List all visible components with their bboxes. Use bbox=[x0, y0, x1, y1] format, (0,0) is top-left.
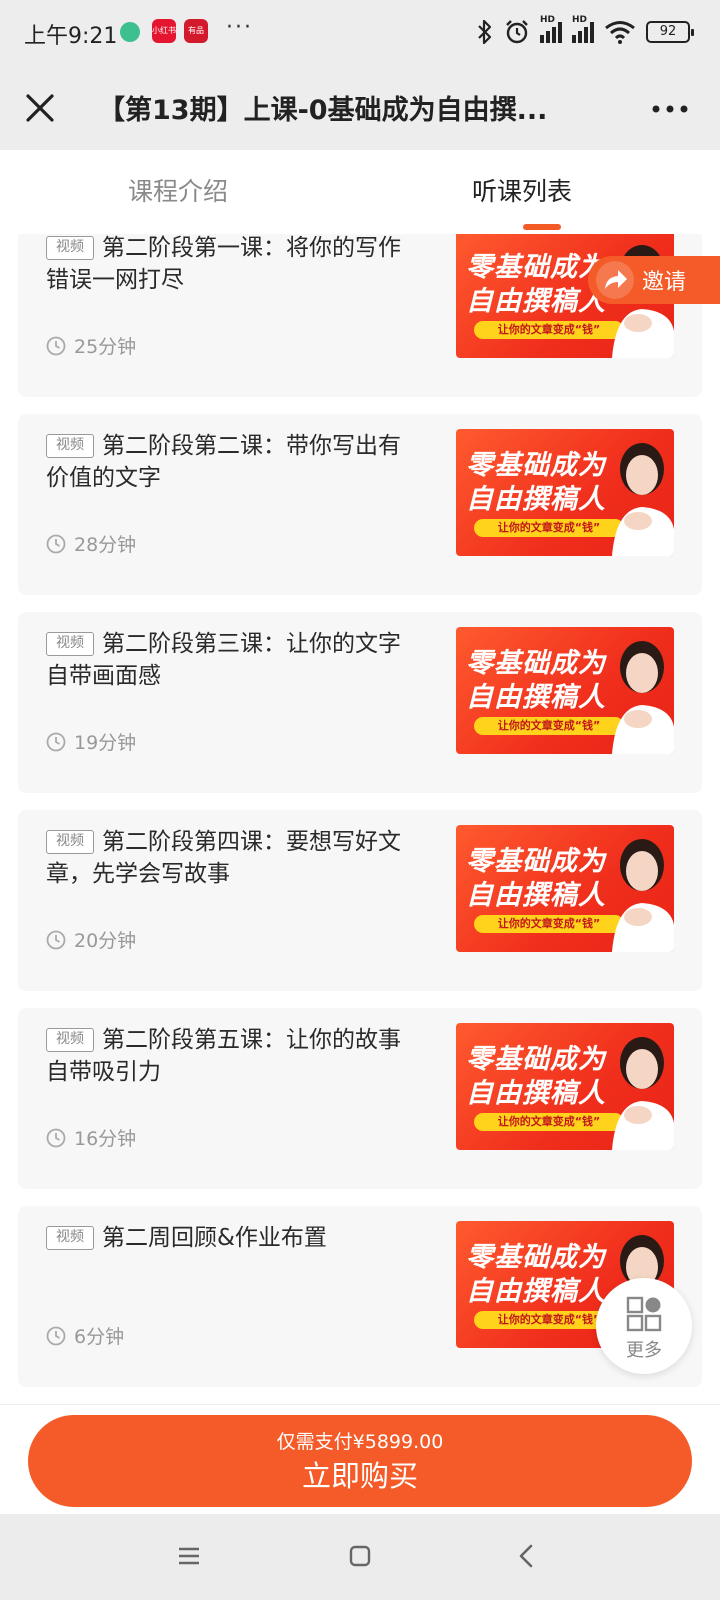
lesson-thumbnail[interactable]: 零基础成为 自由撰稿人 让你的文章变成“钱” bbox=[456, 429, 674, 556]
clock-icon bbox=[46, 1128, 66, 1147]
lesson-title: 第二阶段第二课：带你写出有价值的文字 bbox=[46, 433, 401, 491]
clock-icon bbox=[46, 534, 66, 553]
invite-button[interactable]: 邀请 bbox=[588, 256, 720, 304]
more-button[interactable]: 更多 bbox=[596, 1278, 692, 1374]
tab-lesson-list[interactable]: 听课列表 bbox=[472, 172, 572, 208]
grid-icon bbox=[626, 1296, 662, 1332]
app-header: 【第13期】上课-0基础成为自由撰... bbox=[0, 66, 720, 150]
status-more-icon: ··· bbox=[226, 15, 253, 40]
lesson-duration: 6分钟 bbox=[46, 1322, 124, 1349]
lesson-duration: 25分钟 bbox=[46, 332, 136, 359]
lesson-title: 第二阶段第三课：让你的文字自带画面感 bbox=[46, 631, 401, 689]
duration-text: 25分钟 bbox=[74, 336, 137, 358]
signal-hd-label: HD bbox=[540, 15, 556, 25]
page-title: 【第13期】上课-0基础成为自由撰... bbox=[98, 95, 548, 126]
duration-text: 16分钟 bbox=[74, 1128, 137, 1150]
thumbnail-headline-2: 自由撰稿人 bbox=[466, 880, 606, 911]
clock-icon bbox=[46, 930, 66, 949]
lesson-card[interactable]: 视频 第二阶段第二课：带你写出有价值的文字 28分钟 零基础成为 自由撰稿人 让你的文章变… bbox=[18, 414, 702, 595]
thumbnail-headline-2: 自由撰稿人 bbox=[466, 1276, 606, 1307]
tab-course-intro[interactable]: 课程介绍 bbox=[128, 172, 228, 208]
instructor-photo bbox=[612, 443, 674, 556]
lesson-duration: 19分钟 bbox=[46, 728, 136, 755]
instructor-photo bbox=[612, 641, 674, 754]
purchase-bar: 仅需支付¥5899.00 立即购买 bbox=[0, 1404, 720, 1514]
buy-now-label: 立即购买 bbox=[301, 1459, 418, 1493]
more-dots-icon[interactable] bbox=[650, 94, 690, 124]
app-notification-icon bbox=[120, 22, 140, 42]
lesson-card[interactable]: 视频 第二阶段第四课：要想写好文章，先学会写故事 20分钟 零基础成为 自由撰稿人 让你的… bbox=[18, 810, 702, 991]
status-indicators: HD HD 92 bbox=[476, 14, 694, 50]
lesson-title: 第二阶段第五课：让你的故事自带吸引力 bbox=[46, 1027, 401, 1085]
bluetooth-icon bbox=[478, 19, 492, 45]
duration-text: 19分钟 bbox=[74, 732, 137, 754]
lesson-thumbnail[interactable]: 零基础成为 自由撰稿人 让你的文章变成“钱” bbox=[456, 825, 674, 952]
signal-icon-2: HD bbox=[572, 15, 594, 43]
more-label: 更多 bbox=[626, 1340, 662, 1361]
tab-bar: 课程介绍 听课列表 bbox=[0, 150, 720, 234]
battery-icon: 92 bbox=[646, 21, 694, 43]
close-icon[interactable] bbox=[18, 86, 62, 130]
xiaohongshu-app-icon: 小红书 bbox=[152, 19, 176, 43]
wifi-icon bbox=[605, 21, 635, 44]
thumbnail-headline-2: 自由撰稿人 bbox=[466, 1078, 606, 1109]
thumbnail-headline-2: 自由撰稿人 bbox=[466, 484, 606, 515]
clock-icon bbox=[46, 1326, 66, 1345]
invite-label: 邀请 bbox=[642, 270, 687, 295]
lesson-duration: 20分钟 bbox=[46, 926, 136, 953]
lesson-thumbnail[interactable]: 零基础成为 自由撰稿人 让你的文章变成“钱” bbox=[456, 1023, 674, 1150]
lesson-title: 第二阶段第四课：要想写好文章，先学会写故事 bbox=[46, 829, 401, 887]
duration-text: 20分钟 bbox=[74, 930, 137, 952]
instructor-photo bbox=[612, 1037, 674, 1150]
signal-hd-label-2: HD bbox=[572, 15, 588, 25]
buy-now-button[interactable]: 仅需支付¥5899.00 立即购买 bbox=[28, 1415, 692, 1507]
alarm-icon bbox=[506, 20, 528, 44]
signal-icon: HD bbox=[540, 15, 562, 43]
back-icon[interactable] bbox=[512, 1541, 542, 1571]
menu-icon[interactable] bbox=[174, 1541, 204, 1571]
clock-icon bbox=[46, 336, 66, 355]
clock-icon bbox=[46, 732, 66, 751]
thumbnail-headline-2: 自由撰稿人 bbox=[466, 682, 606, 713]
youpin-app-icon: 有品 bbox=[184, 19, 208, 43]
duration-text: 28分钟 bbox=[74, 534, 137, 556]
lesson-duration: 16分钟 bbox=[46, 1124, 136, 1151]
status-time: 上午9:21 bbox=[24, 24, 118, 49]
lesson-title: 第二周回顾&作业布置 bbox=[102, 1225, 327, 1251]
lesson-duration: 28分钟 bbox=[46, 530, 136, 557]
active-tab-indicator bbox=[523, 224, 561, 230]
lesson-card[interactable]: 视频 第二阶段第三课：让你的文字自带画面感 19分钟 零基础成为 自由撰稿人 让你的文章变… bbox=[18, 612, 702, 793]
lesson-title: 第二阶段第一课：将你的写作错误一网打尽 bbox=[46, 235, 401, 293]
duration-text: 6分钟 bbox=[74, 1326, 125, 1348]
share-arrow-icon bbox=[596, 261, 634, 299]
instructor-photo bbox=[612, 839, 674, 952]
status-bar: 上午9:21 小红书 有品 ··· HD HD 92 bbox=[0, 0, 720, 66]
lesson-list[interactable]: 视频 第二阶段第一课：将你的写作错误一网打尽 25分钟 零基础成为 自由撰稿人 让你的文章… bbox=[0, 234, 720, 1404]
thumbnail-headline-2: 自由撰稿人 bbox=[466, 286, 606, 317]
system-nav-bar bbox=[0, 1514, 720, 1600]
price-text: 仅需支付¥5899.00 bbox=[276, 1431, 444, 1453]
lesson-thumbnail[interactable]: 零基础成为 自由撰稿人 让你的文章变成“钱” bbox=[456, 627, 674, 754]
lesson-card[interactable]: 视频 第二阶段第五课：让你的故事自带吸引力 16分钟 零基础成为 自由撰稿人 让你的文章变… bbox=[18, 1008, 702, 1189]
home-icon[interactable] bbox=[345, 1541, 375, 1571]
